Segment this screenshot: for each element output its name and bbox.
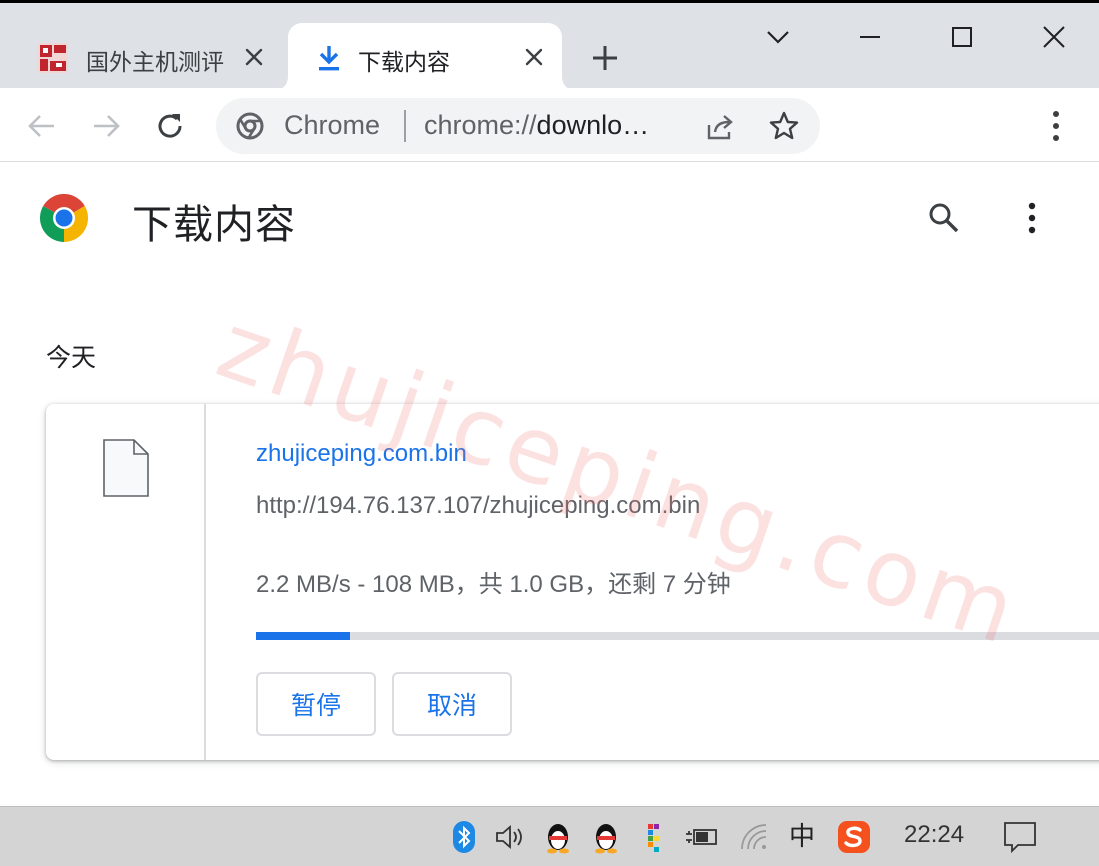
tab-downloads[interactable]: 下载内容	[288, 23, 562, 91]
page-title: 下载内容	[132, 202, 296, 248]
date-heading: 今天	[46, 343, 97, 372]
download-status: 2.2 MB/s - 108 MB，共 1.0 GB，还剩 7 分钟	[256, 571, 731, 598]
close-window-icon[interactable]	[1036, 19, 1072, 55]
qq-penguin-icon[interactable]	[540, 819, 576, 855]
new-tab-plus-icon[interactable]	[588, 41, 622, 75]
chrome-logo-icon	[236, 112, 264, 140]
url-text[interactable]: chrome://downlo…	[424, 110, 682, 141]
progress-fill	[256, 632, 350, 640]
maximize-icon[interactable]	[944, 19, 980, 55]
volume-icon[interactable]	[492, 819, 528, 855]
file-icon	[103, 439, 149, 497]
more-options-icon[interactable]	[1016, 200, 1048, 236]
reload-icon[interactable]	[150, 106, 190, 146]
tab-title: 国外主机测评	[86, 50, 224, 76]
tab-strip: 国外主机测评 下载内容	[0, 0, 1099, 91]
colorful-app-icon[interactable]	[636, 819, 672, 855]
ime-indicator[interactable]: 中	[784, 819, 820, 855]
share-icon[interactable]	[704, 111, 736, 143]
minimize-icon[interactable]	[852, 19, 888, 55]
back-arrow-icon[interactable]	[22, 106, 62, 146]
tab-title: 下载内容	[358, 50, 450, 76]
clock[interactable]: 22:24	[904, 821, 964, 849]
qq-penguin-icon[interactable]	[588, 819, 624, 855]
close-tab-icon[interactable]	[522, 45, 546, 69]
sogou-input-icon[interactable]	[836, 819, 872, 855]
wifi-icon[interactable]	[736, 819, 772, 855]
bookmark-star-icon[interactable]	[768, 110, 800, 142]
search-icon[interactable]	[926, 200, 962, 236]
tab-search-chevron-icon[interactable]	[760, 19, 796, 55]
browser-toolbar: Chrome chrome://downlo…	[0, 88, 1099, 162]
tab-zhujiceping[interactable]: 国外主机测评	[20, 23, 282, 91]
downloads-page: 下载内容 今天 zhujiceping.com.bin http://194.7…	[0, 162, 1099, 806]
url-prefix: chrome://	[424, 110, 537, 140]
download-icon	[319, 46, 339, 71]
cancel-button[interactable]: 取消	[392, 672, 512, 736]
notification-center-icon[interactable]	[1002, 819, 1038, 855]
url-host: downlo…	[536, 110, 650, 140]
forward-arrow-icon[interactable]	[86, 106, 126, 146]
battery-charging-icon[interactable]	[684, 819, 720, 855]
pause-button[interactable]: 暂停	[256, 672, 376, 736]
address-bar[interactable]: Chrome chrome://downlo…	[216, 98, 820, 154]
browser-menu-icon[interactable]	[1040, 108, 1072, 144]
bluetooth-icon[interactable]	[446, 819, 482, 855]
file-icon-column	[46, 404, 206, 760]
close-tab-icon[interactable]	[242, 45, 266, 69]
chip-divider	[404, 110, 406, 142]
browser-window: 国外主机测评 下载内容 Chrome chrome://downlo… 下载内容…	[0, 0, 1099, 866]
origin-chip: Chrome	[284, 110, 381, 140]
chrome-color-logo-icon	[40, 194, 88, 242]
windows-taskbar: 中 22:24	[0, 806, 1099, 866]
site-favicon-icon	[38, 43, 68, 73]
